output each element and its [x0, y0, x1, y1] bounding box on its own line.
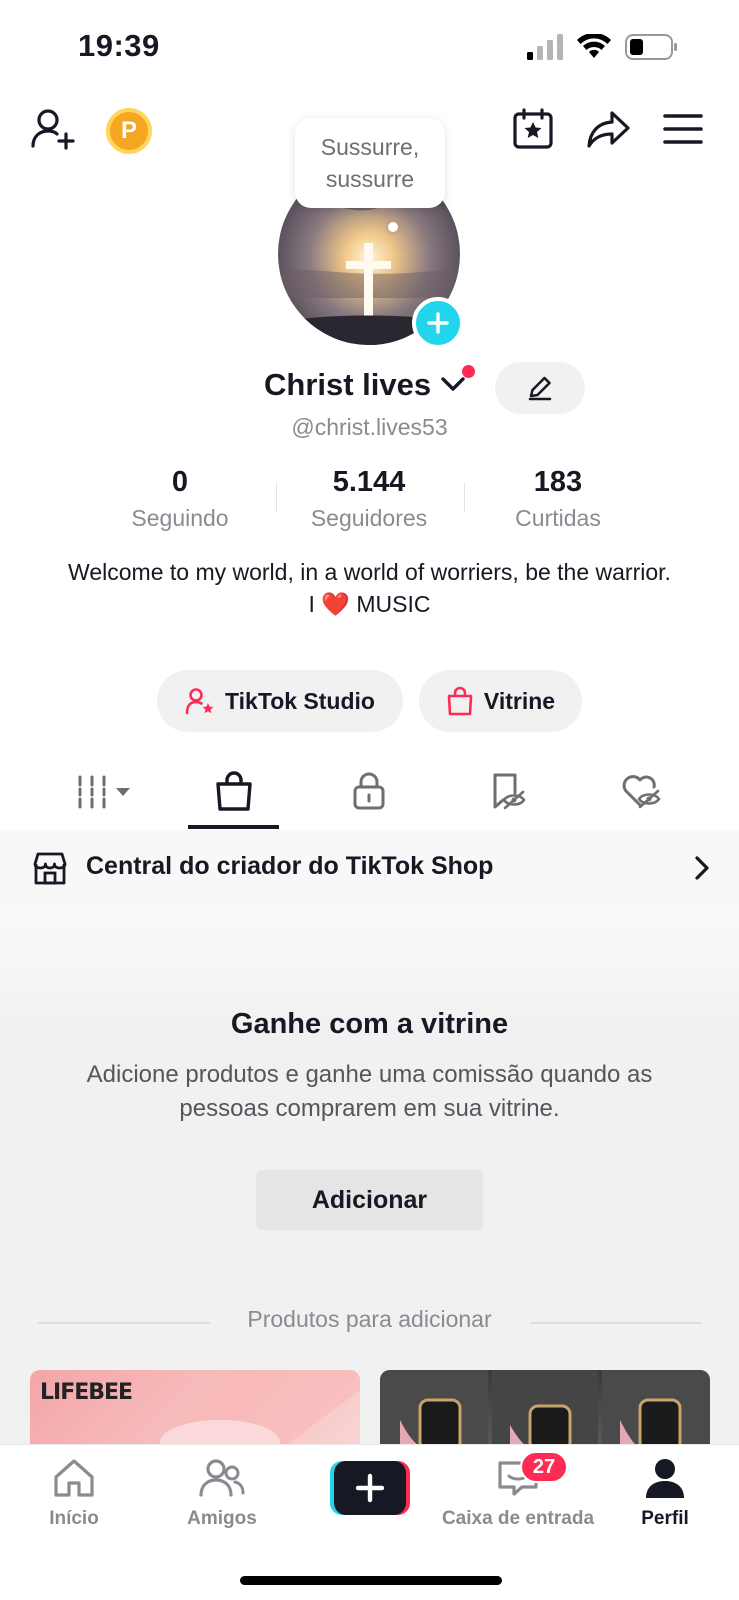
coin-button[interactable]: P: [106, 108, 152, 154]
bubble-tail: [388, 222, 398, 232]
stat-likes[interactable]: 183 Curtidas: [463, 462, 653, 534]
product-image: [380, 1370, 710, 1450]
divider-right: [530, 1322, 702, 1324]
shopping-bag-icon: [447, 686, 473, 716]
nav-profile-label: Perfil: [641, 1508, 689, 1529]
profile-icon: [646, 1459, 684, 1498]
heart-hidden-icon: [622, 775, 661, 809]
tab-videos[interactable]: [54, 752, 154, 830]
create-plus-icon: [330, 1461, 410, 1515]
vitrine-content: Ganhe com a vitrine Adicione produtos e …: [0, 906, 739, 1450]
empty-state-title: Ganhe com a vitrine: [230, 1008, 509, 1040]
calendar-button[interactable]: [510, 106, 556, 152]
display-name[interactable]: Christ lives: [264, 367, 431, 403]
name-row: Christ lives: [0, 362, 739, 414]
nav-inbox-label: Caixa de entrada: [441, 1508, 595, 1529]
calendar-star-icon: [513, 108, 553, 149]
tab-private[interactable]: [324, 752, 414, 830]
stat-followers-label: Seguidores: [310, 505, 428, 531]
create-button[interactable]: [330, 1461, 410, 1515]
home-indicator: [240, 1576, 502, 1585]
bio-line-2: I ❤️ MUSIC: [60, 588, 679, 620]
bookmark-hidden-icon: [493, 773, 526, 810]
friends-icon: [199, 1459, 245, 1497]
stat-likes-label: Curtidas: [515, 505, 601, 531]
nav-friends[interactable]: Amigos: [152, 1457, 292, 1530]
action-row: TikTok Studio Vitrine: [0, 670, 739, 732]
status-time: 19:39: [78, 28, 160, 63]
nav-profile[interactable]: Perfil: [595, 1457, 735, 1530]
products-section-label: Produtos para adicionar: [247, 1306, 492, 1332]
bio-suffix: MUSIC: [356, 591, 431, 617]
active-tab-indicator: [188, 825, 279, 829]
status-icons: [527, 34, 679, 60]
product-card[interactable]: [380, 1370, 710, 1450]
shopping-bag-icon: [215, 771, 252, 811]
status-bar: 19:39: [0, 0, 739, 96]
stat-likes-value: 183: [533, 466, 583, 498]
product-image: [150, 1370, 360, 1450]
pencil-icon: [528, 376, 552, 401]
bio-prefix: I: [308, 591, 315, 617]
stat-followers[interactable]: 5.144 Seguidores: [274, 462, 464, 534]
empty-state-description: Adicione produtos e ganhe uma comissão q…: [86, 1061, 653, 1122]
stat-followers-value: 5.144: [332, 466, 406, 498]
stat-following[interactable]: 0 Seguindo: [85, 462, 275, 534]
profile-tabs: [0, 752, 739, 830]
nav-friends-label: Amigos: [187, 1508, 257, 1529]
menu-button[interactable]: [660, 106, 706, 152]
vitrine-label: Vitrine: [483, 687, 556, 714]
shop-creator-bar[interactable]: Central do criador do TikTok Shop: [0, 830, 739, 906]
vitrine-button[interactable]: Vitrine: [419, 670, 582, 732]
coin-letter: P: [120, 117, 137, 144]
home-icon: [54, 1459, 94, 1497]
signal-icon: [527, 34, 563, 60]
inbox-badge: 27: [520, 1451, 568, 1483]
plus-icon: [427, 312, 449, 334]
add-friend-button[interactable]: [28, 104, 78, 154]
stat-following-value: 0: [171, 466, 189, 498]
chevron-down-icon[interactable]: [440, 374, 466, 394]
tab-favorites-hidden[interactable]: [462, 752, 552, 830]
lock-icon: [353, 772, 385, 810]
grid-filter-icon: [78, 775, 130, 809]
add-products-button[interactable]: Adicionar: [256, 1170, 483, 1230]
add-user-icon: [31, 109, 75, 150]
share-button[interactable]: [584, 106, 634, 152]
battery-icon: [625, 34, 677, 60]
chevron-right-icon: [695, 856, 709, 880]
nav-home-label: Início: [49, 1508, 99, 1529]
shop-creator-label: Central do criador do TikTok Shop: [86, 852, 494, 880]
hamburger-icon: [663, 114, 703, 144]
tab-shop[interactable]: [188, 752, 279, 830]
share-icon: [587, 111, 630, 148]
tab-liked-hidden[interactable]: [596, 752, 686, 830]
bio-line-1: Welcome to my world, in a world of worri…: [68, 559, 671, 585]
wifi-icon: [577, 34, 611, 58]
user-star-icon: [185, 688, 214, 715]
profile-bio: Welcome to my world, in a world of worri…: [60, 556, 679, 620]
profile-handle: @christ.lives53: [291, 414, 448, 440]
add-avatar-button[interactable]: [412, 297, 464, 349]
tiktok-studio-button[interactable]: TikTok Studio: [157, 670, 403, 732]
nav-home[interactable]: Início: [4, 1457, 144, 1530]
edit-profile-button[interactable]: [495, 362, 585, 414]
profile-stats: 0 Seguindo 5.144 Seguidores 183 Curtidas: [0, 462, 739, 532]
store-icon: [33, 852, 67, 885]
note-bubble[interactable]: Sussurre, sussurre: [295, 118, 445, 208]
heart-icon: ❤️: [321, 591, 350, 617]
stat-following-label: Seguindo: [131, 505, 229, 531]
product-card[interactable]: LIFEBEE: [30, 1370, 360, 1450]
nav-inbox[interactable]: Caixa de entrada: [432, 1457, 604, 1530]
tiktok-studio-label: TikTok Studio: [225, 687, 375, 714]
notification-dot: [462, 365, 475, 378]
